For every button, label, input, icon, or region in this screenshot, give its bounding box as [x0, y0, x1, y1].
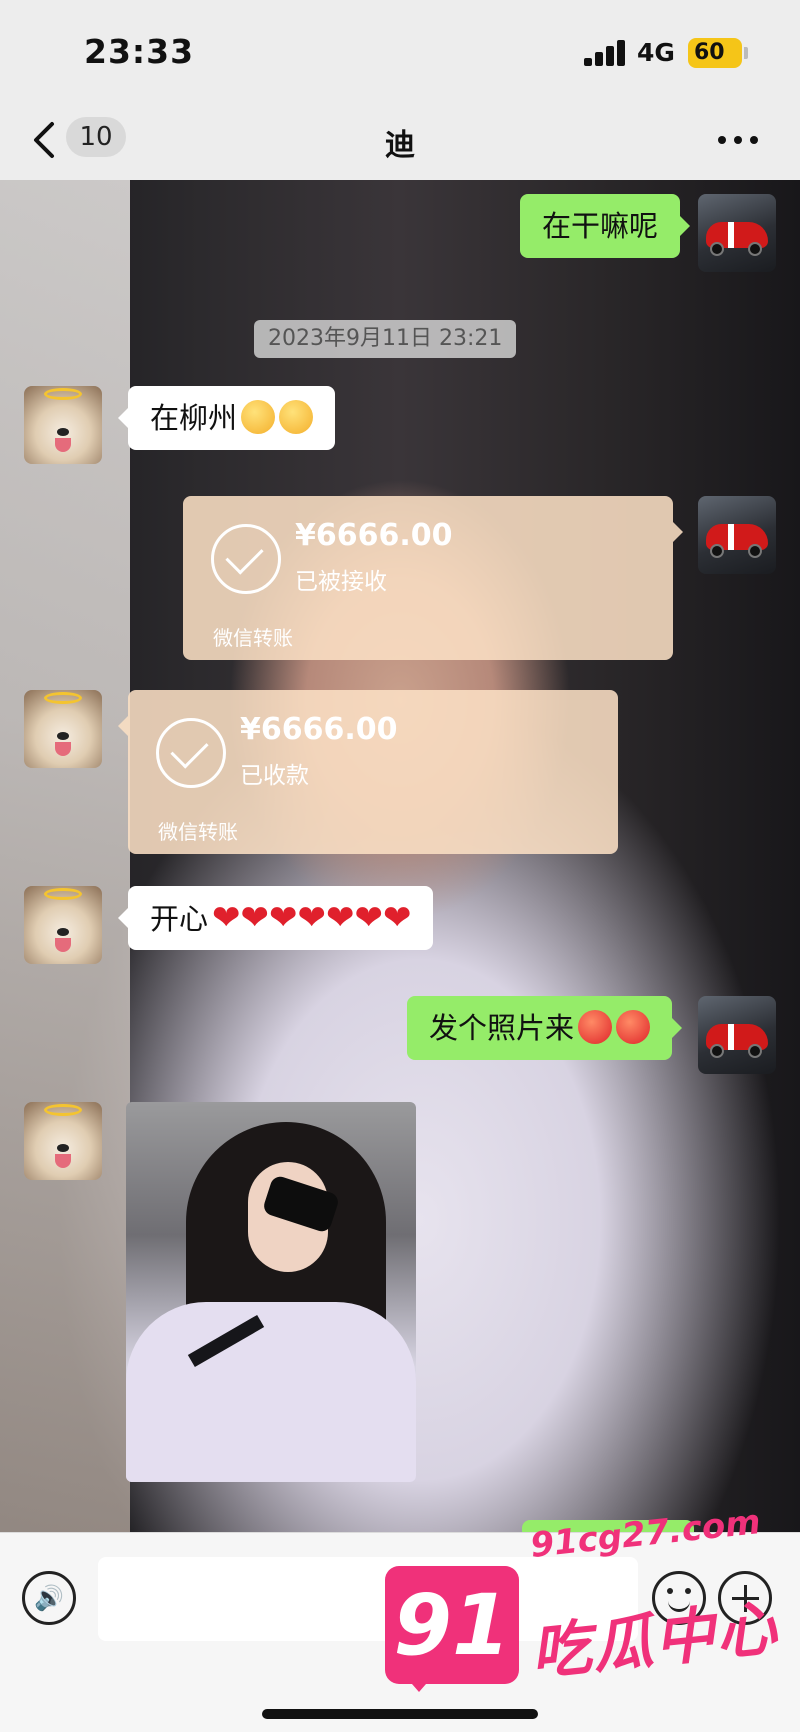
message-text: 开心 — [150, 902, 209, 936]
contact-avatar[interactable] — [24, 386, 102, 464]
chat-title: 迪 — [385, 128, 415, 163]
battery-icon: 60 — [688, 38, 742, 68]
message-bubble-sent[interactable]: 在干嘛呢 — [519, 194, 691, 258]
battery-tip — [744, 47, 748, 59]
status-time: 23:33 — [84, 32, 195, 71]
message-text: 发个照片来 — [428, 1011, 574, 1045]
transfer-status: 已被接收 — [295, 569, 387, 595]
message-bubble-sent[interactable]: 发个照片来 — [406, 996, 683, 1060]
thinking-face-icon — [241, 400, 276, 434]
contact-avatar[interactable] — [24, 886, 102, 964]
my-avatar[interactable] — [698, 996, 776, 1074]
check-icon — [156, 718, 226, 788]
thinking-face-icon — [279, 400, 314, 434]
more-options-icon[interactable] — [718, 136, 758, 146]
transfer-status: 已收款 — [240, 763, 309, 789]
transfer-amount: ¥6666.00 — [240, 712, 398, 747]
photo-message[interactable] — [126, 1102, 416, 1482]
contact-avatar[interactable] — [24, 1102, 102, 1180]
my-avatar[interactable] — [698, 194, 776, 272]
message-text: 在柳州 — [150, 401, 238, 435]
message-bubble-received[interactable]: 在柳州 — [117, 386, 336, 450]
my-avatar[interactable] — [698, 496, 776, 574]
transfer-label: 微信转账 — [213, 626, 293, 650]
transfer-card-sent[interactable]: ¥6666.00 已被接收 微信转账 — [183, 496, 683, 660]
network-type: 4G — [637, 38, 675, 67]
nav-bar: 10 迪 — [0, 100, 800, 180]
signal-icon — [584, 40, 628, 66]
angry-face-icon — [616, 1010, 650, 1044]
status-bar: 23:33 4G 60 — [0, 0, 800, 100]
transfer-amount: ¥6666.00 — [295, 518, 453, 553]
message-timestamp: 2023年9月11日 23:21 — [254, 320, 517, 358]
transfer-card-received[interactable]: ¥6666.00 已收款 微信转账 — [118, 690, 618, 854]
watermark-logo: 91 — [385, 1566, 519, 1692]
check-icon — [211, 524, 281, 594]
message-bubble-received[interactable]: 开心 ❤❤❤❤❤❤❤ — [117, 886, 434, 950]
chat-background-wall — [0, 180, 130, 1532]
angry-face-icon — [578, 1010, 612, 1044]
message-text: 在干嘛呢 — [541, 209, 658, 243]
contact-avatar[interactable] — [24, 690, 102, 768]
transfer-label: 微信转账 — [158, 820, 238, 844]
voice-icon[interactable]: 🔊 — [22, 1571, 76, 1625]
home-indicator — [262, 1709, 538, 1719]
chat-area[interactable]: 在干嘛呢 2023年9月11日 23:21 在柳州 ¥6666.00 已被接收 … — [0, 180, 800, 1532]
hearts-emoji: ❤❤❤❤❤❤❤ — [212, 898, 412, 938]
